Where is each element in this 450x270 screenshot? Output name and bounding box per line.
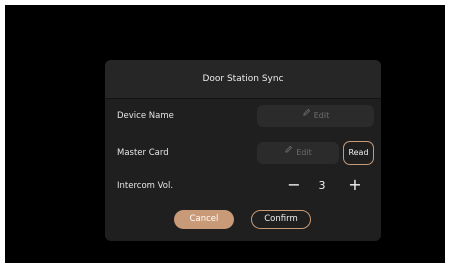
device-name-edit-label: Edit <box>313 111 330 120</box>
read-card-button[interactable]: Read <box>343 141 374 165</box>
volume-value: 3 <box>318 179 326 192</box>
device-name-edit-field[interactable]: Edit <box>257 105 374 127</box>
master-card-label: Master Card <box>117 148 169 158</box>
pencil-icon <box>284 141 293 163</box>
master-card-edit-field[interactable]: Edit <box>257 142 339 164</box>
device-screen: Door Station Sync Device Name Edit Maste… <box>5 5 445 263</box>
pencil-icon <box>302 104 311 126</box>
door-station-sync-dialog: Door Station Sync Device Name Edit Maste… <box>105 60 381 241</box>
volume-decrease-button[interactable]: − <box>285 174 303 198</box>
confirm-button[interactable]: Confirm <box>251 210 311 229</box>
intercom-volume-row: Intercom Vol. − 3 + <box>105 174 381 198</box>
volume-increase-button[interactable]: + <box>346 174 364 198</box>
master-card-row: Master Card Edit Read <box>105 141 381 165</box>
dialog-title: Door Station Sync <box>202 74 284 84</box>
device-name-row: Device Name Edit <box>105 104 381 128</box>
master-card-edit-label: Edit <box>296 148 312 157</box>
device-name-label: Device Name <box>117 111 174 121</box>
dialog-header: Door Station Sync <box>105 60 381 99</box>
intercom-volume-label: Intercom Vol. <box>117 181 174 191</box>
cancel-button[interactable]: Cancel <box>174 210 234 229</box>
